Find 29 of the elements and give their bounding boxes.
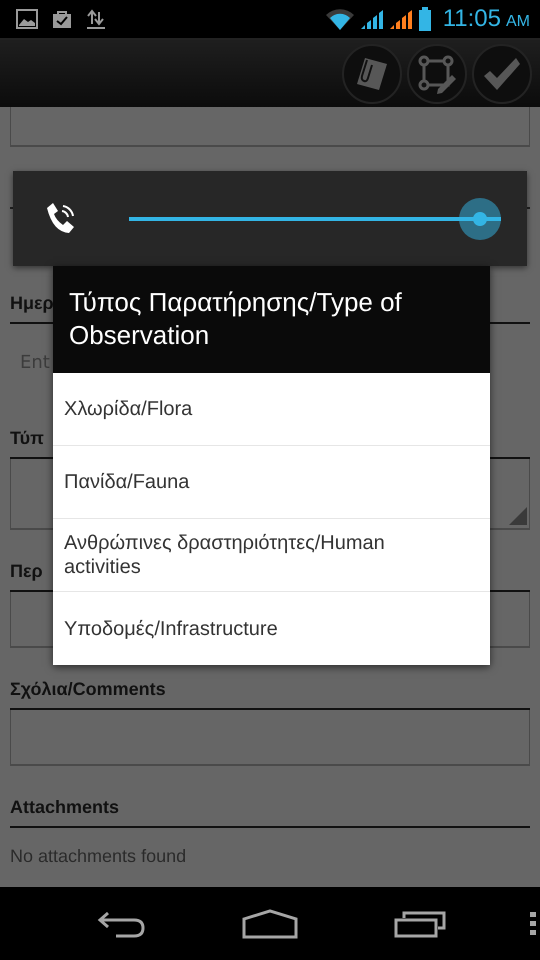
signal-icon [360,8,384,30]
shape-pencil-icon [416,52,458,94]
checkmark-icon [482,56,522,92]
text-field[interactable] [10,107,530,147]
wifi-icon [324,8,355,30]
home-icon[interactable] [242,908,298,938]
empty-message: No attachments found [10,846,186,867]
shopping-bag-icon [52,9,72,29]
dialog-option[interactable]: Χλωρίδα/Flora [53,373,490,446]
field-label: Ημερ [10,293,54,314]
field-label: Attachments [10,797,120,818]
dialog-option[interactable]: Πανίδα/Fauna [53,446,490,519]
picture-icon [16,9,38,29]
sync-arrows-icon [86,9,106,29]
paperclip-note-icon [355,56,389,92]
signal-icon [388,8,413,30]
clock-time: 11:05 [442,5,501,33]
dialog-option[interactable]: Υποδομές/Infrastructure [53,592,490,665]
clock-period: AM [506,13,530,31]
text-field[interactable] [10,710,530,766]
dialog-option[interactable]: Ανθρώπινες δραστηριότητες/Human activities [53,519,490,592]
overflow-menu-icon[interactable] [530,912,536,936]
dropdown-corner-icon [509,507,527,525]
field-label: Σχόλια/Comments [10,679,166,700]
battery-icon [418,7,432,31]
field-label: Τύπ [10,428,44,449]
dialog-title: Τύπος Παρατήρησης/Type of Observation [53,266,490,373]
recent-apps-icon[interactable] [394,910,446,938]
field-label: Περ [10,561,43,582]
